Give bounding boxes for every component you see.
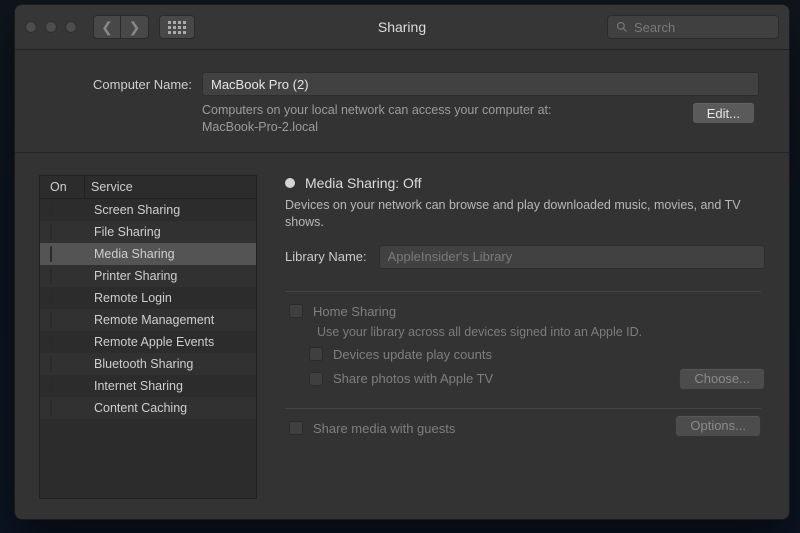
computer-name-label: Computer Name: <box>45 77 202 92</box>
content-area: On Service Screen Sharing File Sharing Med… <box>15 153 789 519</box>
home-sharing-group: Home Sharing Use your library across all… <box>285 292 765 408</box>
service-description: Devices on your network can browse and p… <box>285 197 765 231</box>
minimize-icon[interactable] <box>45 21 57 33</box>
library-name-field[interactable]: AppleInsider's Library <box>379 245 765 269</box>
service-row[interactable]: Bluetooth Sharing <box>40 353 256 375</box>
status-row: Media Sharing: Off <box>285 175 765 191</box>
service-label: Screen Sharing <box>84 203 256 217</box>
computer-name-subtext: Computers on your local network can acce… <box>202 102 692 136</box>
grid-icon <box>168 21 186 34</box>
status-indicator-icon <box>285 178 295 188</box>
guest-options-button[interactable]: Options... <box>675 415 761 437</box>
service-label: Media Sharing <box>84 247 256 261</box>
service-label: Content Caching <box>84 401 256 415</box>
update-play-counts-checkbox[interactable] <box>309 347 323 361</box>
service-label: Remote Login <box>84 291 256 305</box>
service-row[interactable]: Printer Sharing <box>40 265 256 287</box>
share-guests-group: Share media with guests Options... <box>285 409 765 442</box>
service-label: Bluetooth Sharing <box>84 357 256 371</box>
computer-name-section: Computer Name: MacBook Pro (2) Computers… <box>15 50 789 153</box>
choose-photos-button[interactable]: Choose... <box>679 368 765 390</box>
search-icon <box>616 21 628 33</box>
share-photos-checkbox[interactable] <box>309 372 323 386</box>
service-row[interactable]: Screen Sharing <box>40 199 256 221</box>
titlebar: ❮ ❯ Sharing Search <box>15 5 789 50</box>
service-label: Printer Sharing <box>84 269 256 283</box>
service-label: Remote Apple Events <box>84 335 256 349</box>
service-row[interactable]: Remote Login <box>40 287 256 309</box>
service-row[interactable]: File Sharing <box>40 221 256 243</box>
service-row[interactable]: Content Caching <box>40 397 256 419</box>
close-icon[interactable] <box>25 21 37 33</box>
traffic-lights <box>25 21 77 33</box>
library-name-label: Library Name: <box>285 249 367 264</box>
col-header-on: On <box>40 180 84 194</box>
search-input[interactable]: Search <box>607 15 779 39</box>
edit-hostname-button[interactable]: Edit... <box>692 102 755 124</box>
service-checkbox[interactable] <box>50 268 52 284</box>
service-detail-pane: Media Sharing: Off Devices on your netwo… <box>285 175 765 499</box>
service-label: File Sharing <box>84 225 256 239</box>
col-header-service: Service <box>84 176 256 198</box>
service-checkbox[interactable] <box>50 356 52 372</box>
status-text: Media Sharing: Off <box>305 175 421 191</box>
service-row[interactable]: Remote Apple Events <box>40 331 256 353</box>
service-label: Internet Sharing <box>84 379 256 393</box>
forward-button[interactable]: ❯ <box>121 15 149 39</box>
service-checkbox[interactable] <box>50 246 52 262</box>
service-checkbox[interactable] <box>50 334 52 350</box>
service-checkbox[interactable] <box>50 224 52 240</box>
chevron-right-icon: ❯ <box>129 19 141 36</box>
home-sharing-label: Home Sharing <box>313 304 396 319</box>
services-header: On Service <box>40 176 256 199</box>
service-checkbox[interactable] <box>50 312 52 328</box>
zoom-icon[interactable] <box>65 21 77 33</box>
service-row[interactable]: Internet Sharing <box>40 375 256 397</box>
search-placeholder: Search <box>634 20 675 35</box>
computer-name-field[interactable]: MacBook Pro (2) <box>202 72 759 96</box>
home-sharing-description: Use your library across all devices sign… <box>317 325 765 339</box>
share-guests-checkbox[interactable] <box>289 421 303 435</box>
service-checkbox[interactable] <box>50 378 52 394</box>
service-row[interactable]: Remote Management <box>40 309 256 331</box>
sharing-preferences-window: ❮ ❯ Sharing Search Computer Name: MacBoo… <box>14 4 790 520</box>
share-photos-label: Share photos with Apple TV <box>333 371 493 386</box>
services-table: On Service Screen Sharing File Sharing Med… <box>39 175 257 499</box>
back-button[interactable]: ❮ <box>93 15 121 39</box>
update-play-counts-label: Devices update play counts <box>333 347 492 362</box>
service-checkbox[interactable] <box>50 400 52 416</box>
service-checkbox[interactable] <box>50 290 52 306</box>
show-all-preferences-button[interactable] <box>159 15 195 39</box>
nav-back-forward: ❮ ❯ <box>93 15 149 39</box>
home-sharing-checkbox[interactable] <box>289 304 303 318</box>
service-row[interactable]: Media Sharing <box>40 243 256 265</box>
service-label: Remote Management <box>84 313 256 327</box>
share-guests-label: Share media with guests <box>313 421 455 436</box>
service-checkbox[interactable] <box>50 202 52 218</box>
chevron-left-icon: ❮ <box>101 19 113 36</box>
